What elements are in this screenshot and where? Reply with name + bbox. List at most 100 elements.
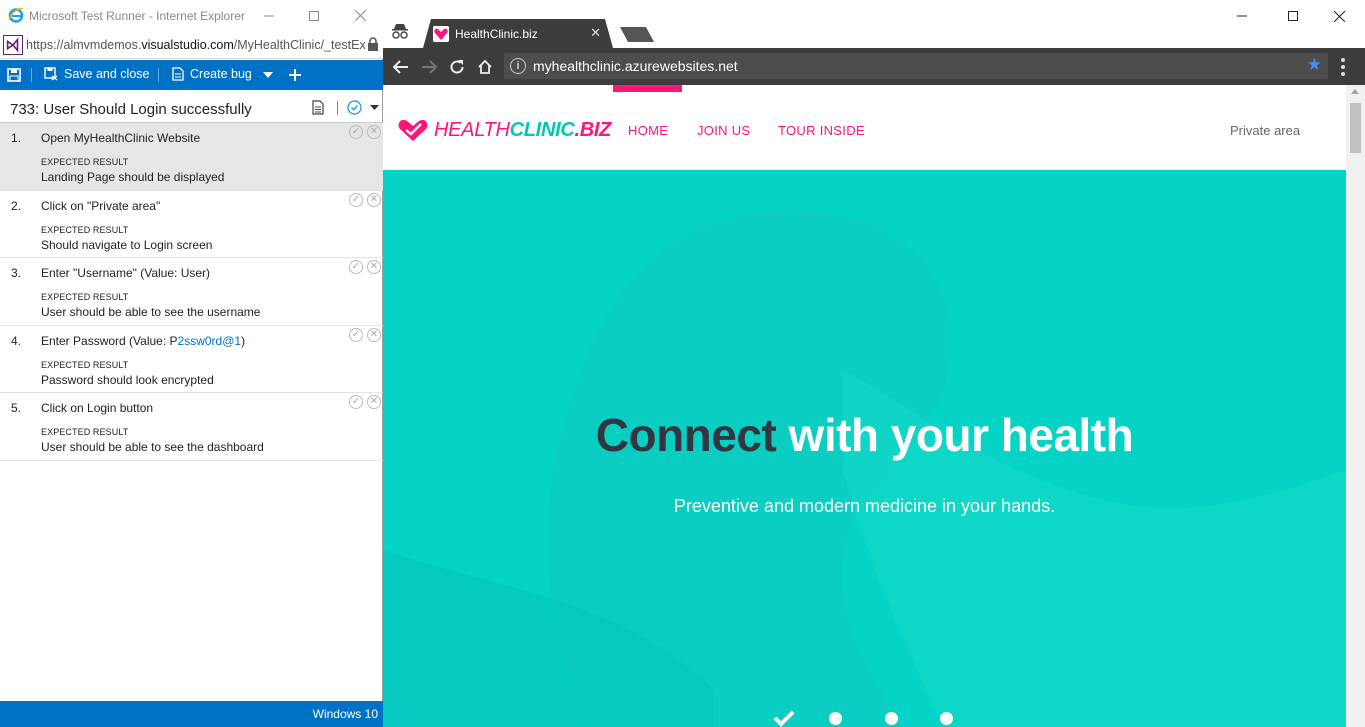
fail-step-icon[interactable]: ✕ [367, 125, 381, 139]
address-url[interactable]: https://almvmdemos.visualstudio.com/MyHe… [26, 38, 366, 52]
new-tab-button[interactable] [620, 27, 654, 42]
tab-title: HealthClinic.biz [455, 27, 538, 41]
save-close-icon [44, 67, 58, 81]
hero-subheading: Preventive and modern medicine in your h… [673, 496, 1056, 516]
scroll-up-arrow-icon[interactable] [1351, 89, 1359, 94]
outcome-dropdown-icon[interactable] [370, 105, 379, 110]
save-and-close-label: Save and close [64, 67, 150, 81]
test-runner-window: Microsoft Test Runner - Internet Explore… [0, 0, 383, 727]
notes-icon[interactable] [312, 100, 324, 115]
scrollbar-thumb[interactable] [1350, 103, 1361, 153]
fail-step-icon[interactable]: ✕ [367, 260, 381, 274]
expected-result-label: EXPECTED RESULT [41, 157, 129, 167]
site-logo[interactable]: HEALTHCLINIC.BIZ [397, 118, 611, 142]
pass-step-icon[interactable]: ✓ [349, 260, 363, 274]
web-page: HEALTHCLINIC.BIZ HOME JOIN US TOUR INSID… [383, 85, 1346, 727]
minimize-icon [264, 15, 274, 16]
bookmark-star-icon[interactable]: ★ [1307, 55, 1322, 75]
maximize-button[interactable] [291, 0, 337, 31]
carousel-active-check-icon[interactable] [772, 708, 796, 727]
chrome-close-button[interactable] [1316, 6, 1362, 26]
incognito-icon [392, 24, 408, 39]
heart-logo-icon [398, 119, 428, 141]
test-step[interactable]: 1. Open MyHealthClinic Website EXPECTED … [0, 123, 383, 191]
test-step[interactable]: 4. Enter Password (Value: P2ssw0rd@1) EX… [0, 326, 383, 393]
close-button[interactable] [337, 0, 383, 31]
forward-button[interactable] [418, 56, 440, 78]
step-action: Open MyHealthClinic Website [41, 131, 201, 145]
pass-test-icon[interactable] [347, 100, 362, 115]
create-bug-dropdown-icon[interactable] [263, 72, 273, 78]
step-expected-result: User should be able to see the username [41, 305, 261, 319]
test-step[interactable]: 2. Click on "Private area" EXPECTED RESU… [0, 191, 383, 258]
lock-icon [368, 37, 378, 51]
nav-tour-inside-link[interactable]: TOUR INSIDE [778, 123, 865, 138]
step-number: 2. [11, 198, 22, 213]
minimize-button[interactable] [246, 0, 292, 31]
chrome-menu-icon[interactable] [1341, 58, 1345, 76]
close-icon [1333, 10, 1345, 22]
page-scrollbar[interactable] [1346, 85, 1365, 727]
create-bug-button[interactable]: Create bug [172, 67, 252, 81]
reload-button[interactable] [446, 56, 468, 78]
nav-join-us-link[interactable]: JOIN US [697, 123, 750, 138]
browser-tab[interactable]: HealthClinic.biz ✕ [423, 19, 613, 48]
healthclinic-favicon [433, 26, 449, 42]
step-number: 5. [11, 401, 22, 415]
test-step[interactable]: 5. Click on Login button EXPECTED RESULT… [0, 393, 383, 461]
header-divider [337, 101, 338, 115]
os-status: Windows 10 [312, 707, 378, 721]
save-and-close-button[interactable]: Save and close [44, 67, 149, 81]
chrome-toolbar: i myhealthclinic.azurewebsites.net ★ [383, 48, 1365, 85]
pass-step-icon[interactable]: ✓ [349, 327, 363, 342]
chrome-maximize-button[interactable] [1270, 6, 1316, 26]
pass-step-icon[interactable]: ✓ [349, 192, 363, 207]
private-area-link[interactable]: Private area [1230, 123, 1300, 138]
nav-home-link[interactable]: HOME [628, 123, 668, 138]
step-action: Click on "Private area" [41, 198, 161, 213]
step-expected-result: User should be able to see the dashboard [41, 440, 264, 454]
back-arrow-icon [393, 60, 408, 74]
add-icon[interactable] [288, 68, 302, 82]
omnibox-url[interactable]: myhealthclinic.azurewebsites.net [533, 58, 738, 74]
back-button[interactable] [390, 56, 412, 78]
visual-studio-icon [3, 35, 23, 55]
close-icon [354, 10, 366, 21]
window-title: Microsoft Test Runner - Internet Explore… [29, 9, 245, 23]
tab-close-icon[interactable]: ✕ [590, 25, 601, 41]
maximize-icon [1288, 11, 1298, 21]
save-icon[interactable] [7, 68, 21, 82]
step-expected-result: Landing Page should be displayed [41, 170, 225, 184]
toolbar-divider [158, 68, 159, 82]
logo-text: HEALTHCLINIC.BIZ [434, 118, 612, 141]
expected-result-label: EXPECTED RESULT [41, 359, 129, 370]
forward-arrow-icon [422, 60, 437, 74]
maximize-icon [309, 10, 319, 21]
info-icon[interactable]: i [510, 58, 526, 74]
test-case-title: 733: User Should Login successfully [10, 101, 252, 118]
step-number: 4. [11, 333, 22, 348]
test-step[interactable]: 3. Enter "Username" (Value: User) EXPECT… [0, 258, 383, 326]
expected-result-label: EXPECTED RESULT [41, 427, 129, 437]
omnibox[interactable]: i myhealthclinic.azurewebsites.net ★ [504, 53, 1328, 79]
home-button[interactable] [474, 56, 496, 78]
minimize-icon [1237, 15, 1247, 17]
step-action: Click on Login button [41, 401, 154, 415]
fail-step-icon[interactable]: ✕ [367, 327, 381, 342]
fail-step-icon[interactable]: ✕ [367, 192, 381, 207]
step-expected-result: Should navigate to Login screen [41, 237, 213, 252]
pass-step-icon[interactable]: ✓ [349, 395, 363, 409]
carousel-dot[interactable] [940, 712, 953, 725]
chrome-minimize-button[interactable] [1219, 6, 1265, 26]
fail-step-icon[interactable]: ✕ [367, 395, 381, 409]
carousel-dot[interactable] [829, 712, 842, 725]
carousel-dot[interactable] [885, 712, 898, 725]
site-header: HEALTHCLINIC.BIZ HOME JOIN US TOUR INSID… [383, 85, 1346, 170]
chrome-tab-strip: HealthClinic.biz ✕ [383, 0, 1365, 48]
pass-step-icon[interactable]: ✓ [349, 125, 363, 139]
step-number: 3. [11, 266, 22, 280]
address-bar[interactable]: https://almvmdemos.visualstudio.com/MyHe… [0, 31, 383, 59]
expected-result-label: EXPECTED RESULT [41, 224, 129, 235]
test-runner-toolbar: Save and close Create bug [0, 60, 383, 90]
home-icon [478, 59, 492, 74]
